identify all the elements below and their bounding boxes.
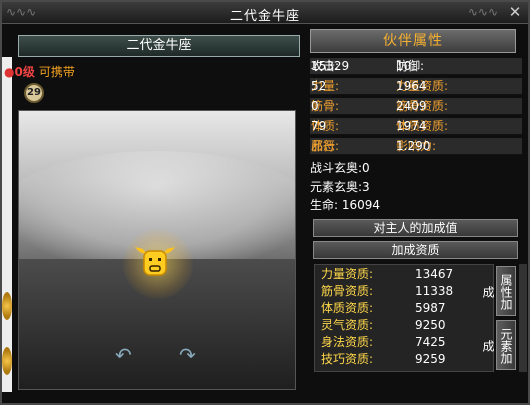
bonus-row: 技巧资质: 9259: [315, 351, 493, 367]
bonus-value: 11338: [415, 284, 454, 298]
bonus-value: 13467: [415, 267, 454, 281]
stat-value: 1.290: [396, 139, 431, 153]
bonus-label: 身法资质:: [321, 335, 374, 349]
life-label: 生命:: [310, 198, 339, 212]
coin-icon: [2, 347, 12, 375]
bonus-row: 力量资质: 13467: [315, 266, 493, 282]
stat-value: 邪恶: [311, 139, 336, 153]
stat-value: 10: [396, 59, 412, 73]
tab-element-bonus[interactable]: 元素加成: [481, 320, 516, 370]
rotate-right-button[interactable]: ↷: [179, 343, 196, 367]
pet-portrait: ↶ ↷: [18, 110, 296, 390]
bonus-scrollbar[interactable]: [519, 264, 527, 372]
stat-row: 体质: 79 体质资质: 1974: [310, 118, 522, 135]
background-edge: [2, 57, 12, 392]
bonus-value: 5987: [415, 301, 446, 315]
battle-mystery: 战斗玄奥:0: [310, 159, 370, 176]
bonus-value: 7425: [415, 335, 446, 349]
bonus-label: 体质资质:: [321, 301, 374, 315]
pet-name-bar: 二代金牛座: [18, 35, 300, 57]
pet-level: 0级: [14, 65, 35, 79]
bonus-label: 技巧资质:: [321, 352, 374, 366]
stat-row: 筋骨: 0 筋骨资质: 2409: [310, 98, 522, 115]
pet-level-row: ●0级 可携带: [4, 63, 75, 79]
golden-bull-pet-icon: [135, 247, 175, 276]
coin-icon: [2, 292, 12, 320]
stat-row: 力量: 52 力量资质: 1964: [310, 78, 522, 95]
stat-value: 2409: [396, 99, 427, 113]
bonus-label: 力量资质:: [321, 267, 374, 281]
element-mystery: 元素玄奥:3: [310, 178, 370, 195]
battle-mystery-label: 战斗玄奥:: [310, 161, 363, 175]
element-mystery-label: 元素玄奥:: [310, 180, 363, 194]
pet-carry-text: 可携带: [38, 65, 75, 79]
bonus-value: 9250: [415, 318, 446, 332]
bonus-label: 灵气资质:: [321, 318, 374, 332]
bonus-row: 灵气资质: 9250: [315, 317, 493, 333]
battle-mystery-value: 0: [362, 161, 370, 175]
tab-attribute-bonus[interactable]: 属性加成: [481, 266, 516, 316]
bonus-value: 9259: [415, 352, 446, 366]
life: 生命: 16094: [310, 196, 380, 213]
life-value: 16094: [338, 198, 381, 212]
level-dot-icon: ●: [4, 65, 15, 79]
pet-window: ∿∿∿ 二代金牛座 ∿∿∿ ✕ 二代金牛座 ●0级 可携带 29 ↶ ↷ 伙伴属性…: [0, 0, 530, 405]
attributes-header: 伙伴属性: [310, 29, 516, 53]
bonus-table: 力量资质: 13467 筋骨资质: 11338 体质资质: 5987 灵气资质: 925…: [314, 264, 494, 372]
stat-value: 1964: [396, 79, 427, 93]
stat-value: 0: [311, 99, 319, 113]
bonus-row: 体质资质: 5987: [315, 300, 493, 316]
title-ornament-right: ∿∿∿: [467, 5, 498, 19]
bonus-row: 筋骨资质: 11338: [315, 283, 493, 299]
title-bar: ∿∿∿ 二代金牛座 ∿∿∿ ✕: [2, 2, 528, 24]
stat-row: 攻击: 15329 防御: 10: [310, 58, 522, 75]
bonus-row: 身法资质: 7425: [315, 334, 493, 350]
bonus-aptitude-button[interactable]: 加成资质: [313, 241, 518, 259]
close-button[interactable]: ✕: [506, 4, 524, 21]
element-mystery-value: 3: [362, 180, 370, 194]
carry-level-badge: 29: [24, 83, 44, 103]
stat-value: 15329: [311, 59, 350, 73]
rotate-left-button[interactable]: ↶: [115, 343, 132, 367]
master-bonus-button[interactable]: 对主人的加成值: [313, 219, 518, 237]
stat-value: 79: [311, 119, 327, 133]
bonus-label: 筋骨资质:: [321, 284, 374, 298]
stat-value: 1974: [396, 119, 427, 133]
stat-row: 品行: 邪恶 影响力: 1.290: [310, 138, 522, 155]
stat-value: 52: [311, 79, 327, 93]
